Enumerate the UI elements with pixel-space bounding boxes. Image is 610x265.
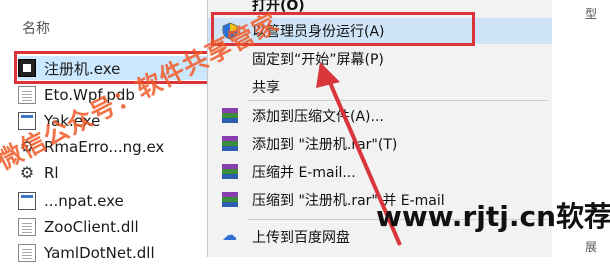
exe-window-icon (18, 192, 36, 210)
document-icon (18, 86, 36, 104)
right-strip-text: 展 (585, 240, 598, 254)
file-row[interactable]: YamlDotNet.dll (18, 241, 218, 265)
right-strip-text: 型 (585, 7, 598, 21)
file-row[interactable]: ⚙ Rl (18, 161, 218, 185)
winrar-icon (222, 136, 240, 154)
document-icon (18, 244, 36, 262)
winrar-icon (222, 164, 240, 182)
url-watermark: www.rjtj.cn软荐网 (376, 200, 610, 233)
winrar-icon (222, 108, 240, 126)
file-name: ZooClient.dll (44, 218, 139, 236)
file-name: YamlDotNet.dll (44, 244, 155, 262)
file-row[interactable]: ...npat.exe (18, 189, 218, 213)
baidu-netdisk-icon: ☁ (222, 226, 237, 244)
file-row[interactable]: ZooClient.dll (18, 215, 218, 239)
name-column-header[interactable]: 名称 (22, 18, 50, 38)
winrar-icon (222, 192, 240, 210)
file-name: ...npat.exe (44, 192, 124, 210)
file-name: Rl (44, 164, 59, 182)
document-icon (18, 218, 36, 236)
